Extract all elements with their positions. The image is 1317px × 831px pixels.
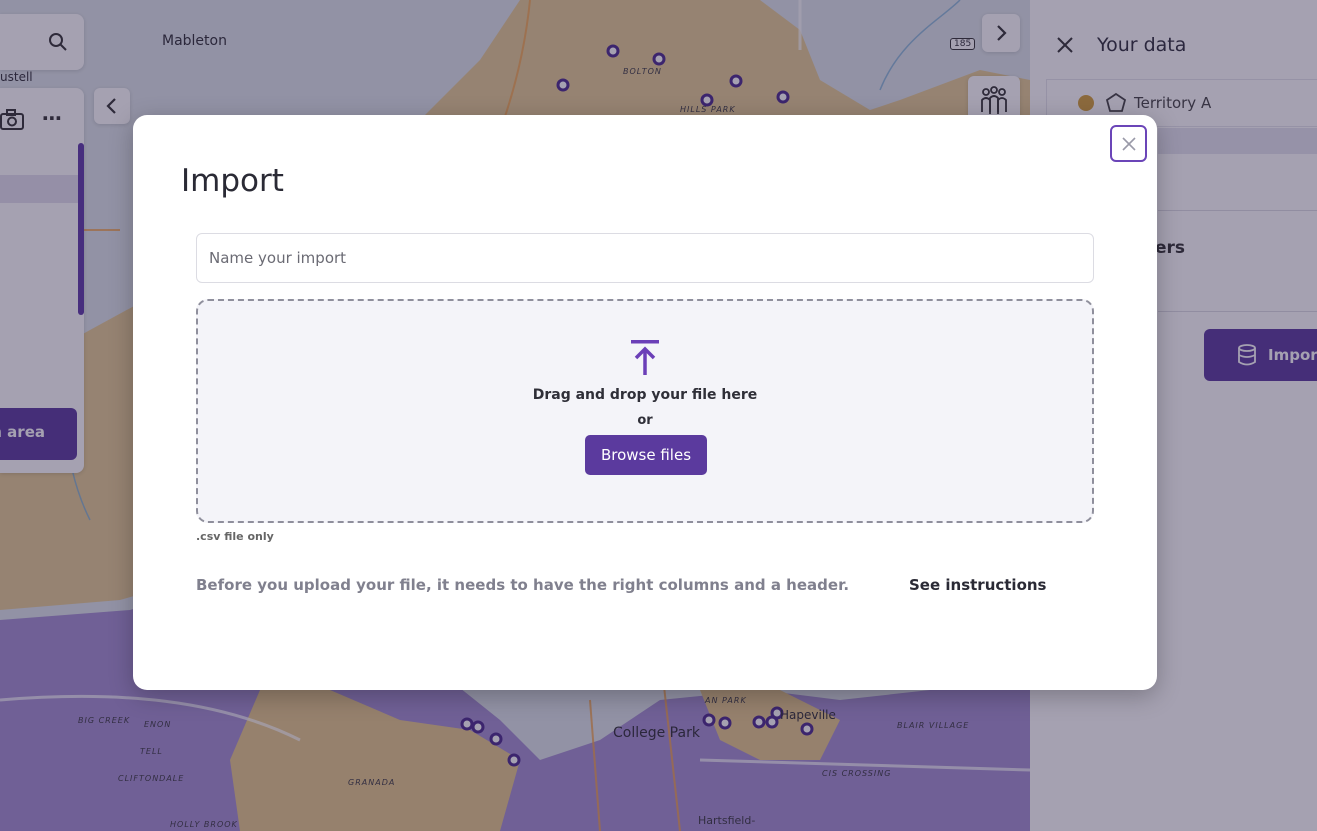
see-instructions-link[interactable]: See instructions [909,576,1046,594]
import-name-input[interactable] [196,233,1094,283]
close-modal-button[interactable] [1110,125,1147,162]
browse-files-button[interactable]: Browse files [585,435,707,475]
drop-instructions: Drag and drop your file here [532,387,758,403]
upload-hint: Before you upload your file, it needs to… [196,576,850,594]
file-type-note: .csv file only [196,530,274,543]
modal-title: Import [181,163,284,199]
upload-icon [631,340,659,375]
import-modal: Import Drag and drop your file here or B… [133,115,1157,690]
or-separator: or [637,413,653,428]
file-drop-zone[interactable]: Drag and drop your file here or Browse f… [196,299,1094,523]
close-icon [1122,137,1136,151]
